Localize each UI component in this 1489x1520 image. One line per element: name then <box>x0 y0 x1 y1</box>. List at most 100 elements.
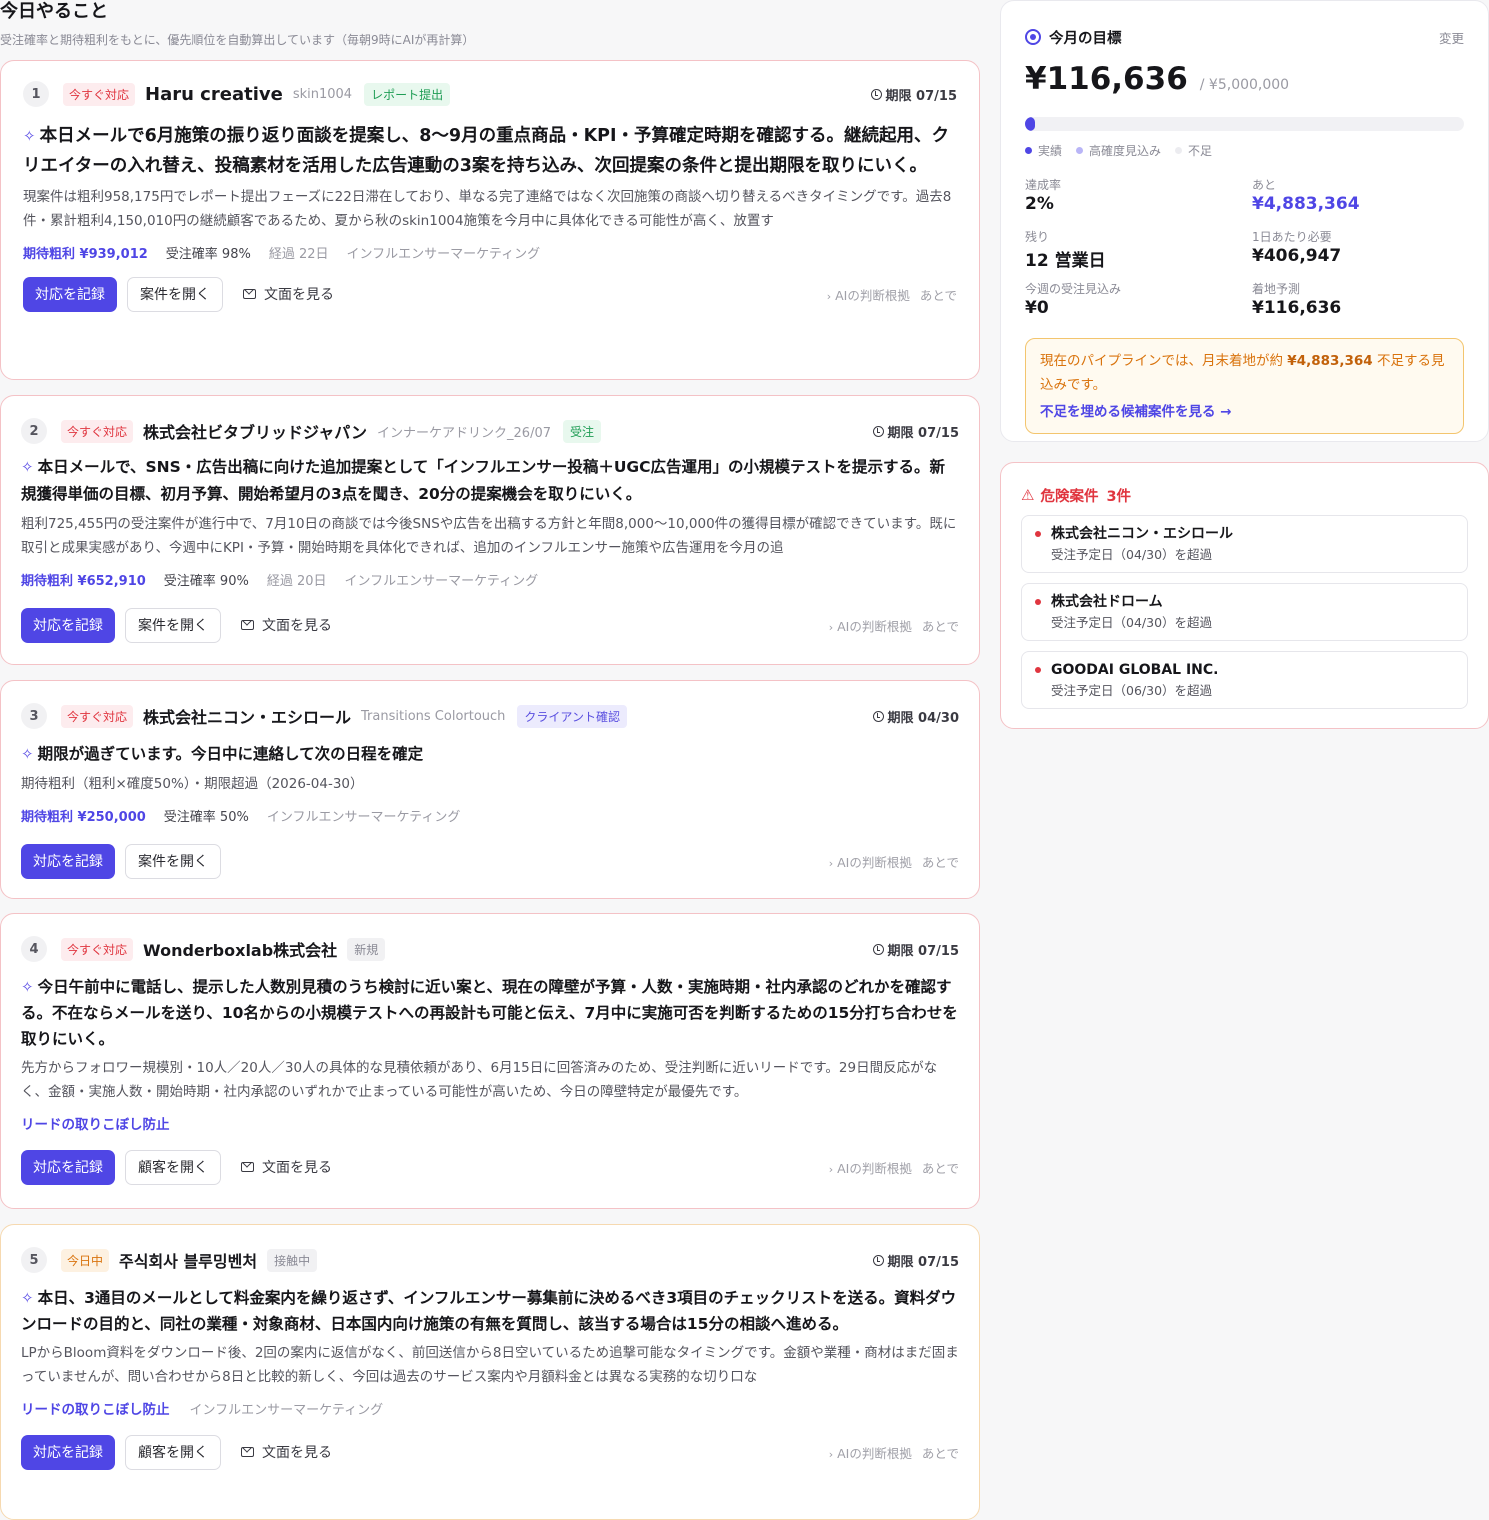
sparkle-icon: ✧ <box>21 1289 34 1307</box>
risk-item[interactable]: 株式会社ドローム 受注予定日（04/30）を超過 <box>1021 583 1468 641</box>
legend-dot-actual <box>1025 146 1032 154</box>
goal-current-amount: ¥116,636 <box>1025 61 1188 97</box>
priority-badge: 今すぐ対応 <box>61 937 134 961</box>
priority-badge: 今すぐ対応 <box>61 704 134 728</box>
task-number: 2 <box>21 418 47 444</box>
win-probability: 受注確率 90% <box>163 573 249 589</box>
mail-icon <box>241 620 254 630</box>
risk-deals-card: ⚠ 危険案件 3件 株式会社ニコン・エシロール 受注予定日（04/30）を超過 … <box>1000 462 1489 729</box>
clock-icon <box>870 88 882 100</box>
clock-icon <box>872 1254 884 1266</box>
risk-title: 危険案件 <box>1040 488 1099 505</box>
snooze-link[interactable]: あとで <box>922 852 959 871</box>
remaining-amount: ¥4,883,364 <box>1252 194 1360 214</box>
metrics-row: 期待粗利 ¥250,000 受注確率 50% インフルエンサーマーケティング <box>21 805 959 825</box>
deadline: 期限 07/15 <box>870 85 957 104</box>
company-name[interactable]: 株式会社ビタブリッドジャパン <box>143 419 367 443</box>
priority-badge: 今すぐ対応 <box>63 82 136 106</box>
stage-badge: 新規 <box>347 937 386 961</box>
stage-badge: 受注 <box>563 419 602 443</box>
chevron-right-icon: › <box>828 856 834 870</box>
task-number: 4 <box>21 936 47 962</box>
company-name[interactable]: Haru creative <box>145 84 283 105</box>
metrics-row: リードの取りこぼし防止 <box>21 1113 959 1133</box>
recommended-action: ✧ 本日メールで6月施策の振り返り面談を提案し、8〜9月の重点商品・KPI・予算確… <box>23 126 950 176</box>
open-deal-button[interactable]: 案件を開く <box>125 607 221 643</box>
project-name: インナーケアドリンク_26/07 <box>377 425 551 441</box>
expected-profit: 期待粗利 ¥250,000 <box>21 809 146 825</box>
ai-reason-toggle[interactable]: › AIの判断根拠 <box>829 1443 912 1462</box>
lead-tag-link[interactable]: リードの取りこぼし防止 <box>21 1113 170 1133</box>
risk-dot-icon <box>1035 531 1041 537</box>
recommended-action: ✧ 本日メールで、SNS・広告出稿に向けた追加提案として「インフルエンサー投稿＋U… <box>21 458 946 503</box>
goal-progress-bar <box>1025 117 1464 131</box>
shortfall-candidates-link[interactable]: 不足を埋める候補案件を見る → <box>1040 400 1449 424</box>
record-action-button[interactable]: 対応を記録 <box>21 843 115 879</box>
snooze-link[interactable]: あとで <box>922 1158 959 1177</box>
mail-icon <box>243 289 256 299</box>
page-header: 今日やること 受注確率と期待粗利をもとに、優先順位を自動算出しています（毎朝9時… <box>0 0 980 56</box>
win-probability: 受注確率 50% <box>163 809 249 825</box>
view-message-button[interactable]: 文面を見る <box>243 284 334 304</box>
stage-badge: 接触中 <box>267 1248 318 1272</box>
shortfall-alert: 現在のパイプラインでは、月末着地が約 ¥4,883,364 不足する見込みです。… <box>1025 338 1464 434</box>
ai-reason-toggle[interactable]: › AIの判断根拠 <box>827 285 910 304</box>
lead-tag-link[interactable]: リードの取りこぼし防止 <box>21 1398 170 1418</box>
risk-count: 3件 <box>1106 488 1132 505</box>
snooze-link[interactable]: あとで <box>922 616 959 635</box>
task-card-5: 5 今日中 주식회사 블루밍벤처 接触中 期限 07/15 ✧ 本日、3通目のメー… <box>0 1224 980 1520</box>
ai-reason-toggle[interactable]: › AIの判断根拠 <box>829 1158 912 1177</box>
snooze-link[interactable]: あとで <box>920 285 957 304</box>
risk-dot-icon <box>1035 599 1041 605</box>
risk-item[interactable]: GOODAI GLOBAL INC. 受注予定日（06/30）を超過 <box>1021 651 1468 709</box>
task-number: 5 <box>21 1247 47 1273</box>
expected-profit: 期待粗利 ¥939,012 <box>23 246 148 262</box>
snooze-link[interactable]: あとで <box>922 1443 959 1462</box>
open-customer-button[interactable]: 顧客を開く <box>125 1434 221 1470</box>
deadline: 期限 07/15 <box>872 940 959 959</box>
category: インフルエンサーマーケティング <box>189 1402 384 1418</box>
project-name: skin1004 <box>292 86 353 102</box>
chevron-right-icon: › <box>828 1162 834 1176</box>
category: インフルエンサーマーケティング <box>346 246 541 262</box>
ai-reason-text: LPからBloom資料をダウンロード後、2回の案内に返信がなく、前回送信から8日… <box>21 1345 959 1385</box>
page-title: 今日やること <box>0 1 108 22</box>
open-customer-button[interactable]: 顧客を開く <box>125 1149 221 1185</box>
view-message-button[interactable]: 文面を見る <box>241 615 332 635</box>
category: インフルエンサーマーケティング <box>344 573 539 589</box>
open-deal-button[interactable]: 案件を開く <box>127 276 223 312</box>
metrics-row: 期待粗利 ¥939,012 受注確率 98% 経過 22日 インフルエンサーマー… <box>23 242 957 262</box>
company-name[interactable]: 주식회사 블루밍벤처 <box>119 1248 257 1272</box>
goal-title: 今月の目標 <box>1049 30 1122 47</box>
priority-badge: 今日中 <box>61 1248 110 1272</box>
ai-reason-text: 期待粗利（粗利×確度50%）・期限超過（2026-04-30） <box>21 776 364 792</box>
view-message-button[interactable]: 文面を見る <box>241 1442 332 1462</box>
task-number: 3 <box>21 703 47 729</box>
goal-progress-fill <box>1025 117 1035 131</box>
change-goal-link[interactable]: 変更 <box>1439 28 1464 47</box>
ai-reason-toggle[interactable]: › AIの判断根拠 <box>829 852 912 871</box>
monthly-goal-card: 今月の目標 変更 ¥116,636 / ¥5,000,000 実績 高確度見込み… <box>1000 0 1489 442</box>
progress-legend: 実績 高確度見込み 不足 <box>1025 142 1464 158</box>
stage-badge: クライアント確認 <box>517 704 627 728</box>
ai-reason-toggle[interactable]: › AIの判断根拠 <box>829 616 912 635</box>
project-name: Transitions Colortouch <box>361 708 506 724</box>
metrics-row: 期待粗利 ¥652,910 受注確率 90% 経過 20日 インフルエンサーマー… <box>21 569 959 589</box>
view-message-button[interactable]: 文面を見る <box>241 1157 332 1177</box>
record-action-button[interactable]: 対応を記録 <box>21 607 115 643</box>
target-icon <box>1025 29 1041 45</box>
ai-reason-text: 粗利725,455円の受注案件が進行中で、7月10日の商談では今後SNSや広告を… <box>21 516 957 556</box>
stage-badge: レポート提出 <box>364 82 451 106</box>
record-action-button[interactable]: 対応を記録 <box>23 276 117 312</box>
elapsed-days: 経過 20日 <box>266 573 327 589</box>
company-name[interactable]: 株式会社ニコン・エシロール <box>143 704 351 728</box>
risk-item[interactable]: 株式会社ニコン・エシロール 受注予定日（04/30）を超過 <box>1021 515 1468 573</box>
record-action-button[interactable]: 対応を記録 <box>21 1434 115 1470</box>
sparkle-icon: ✧ <box>21 978 34 996</box>
open-deal-button[interactable]: 案件を開く <box>125 843 221 879</box>
metrics-row: リードの取りこぼし防止 インフルエンサーマーケティング <box>21 1398 959 1418</box>
mail-icon <box>241 1162 254 1172</box>
company-name[interactable]: Wonderboxlab株式会社 <box>143 937 337 961</box>
sparkle-icon: ✧ <box>23 127 36 145</box>
record-action-button[interactable]: 対応を記録 <box>21 1149 115 1185</box>
